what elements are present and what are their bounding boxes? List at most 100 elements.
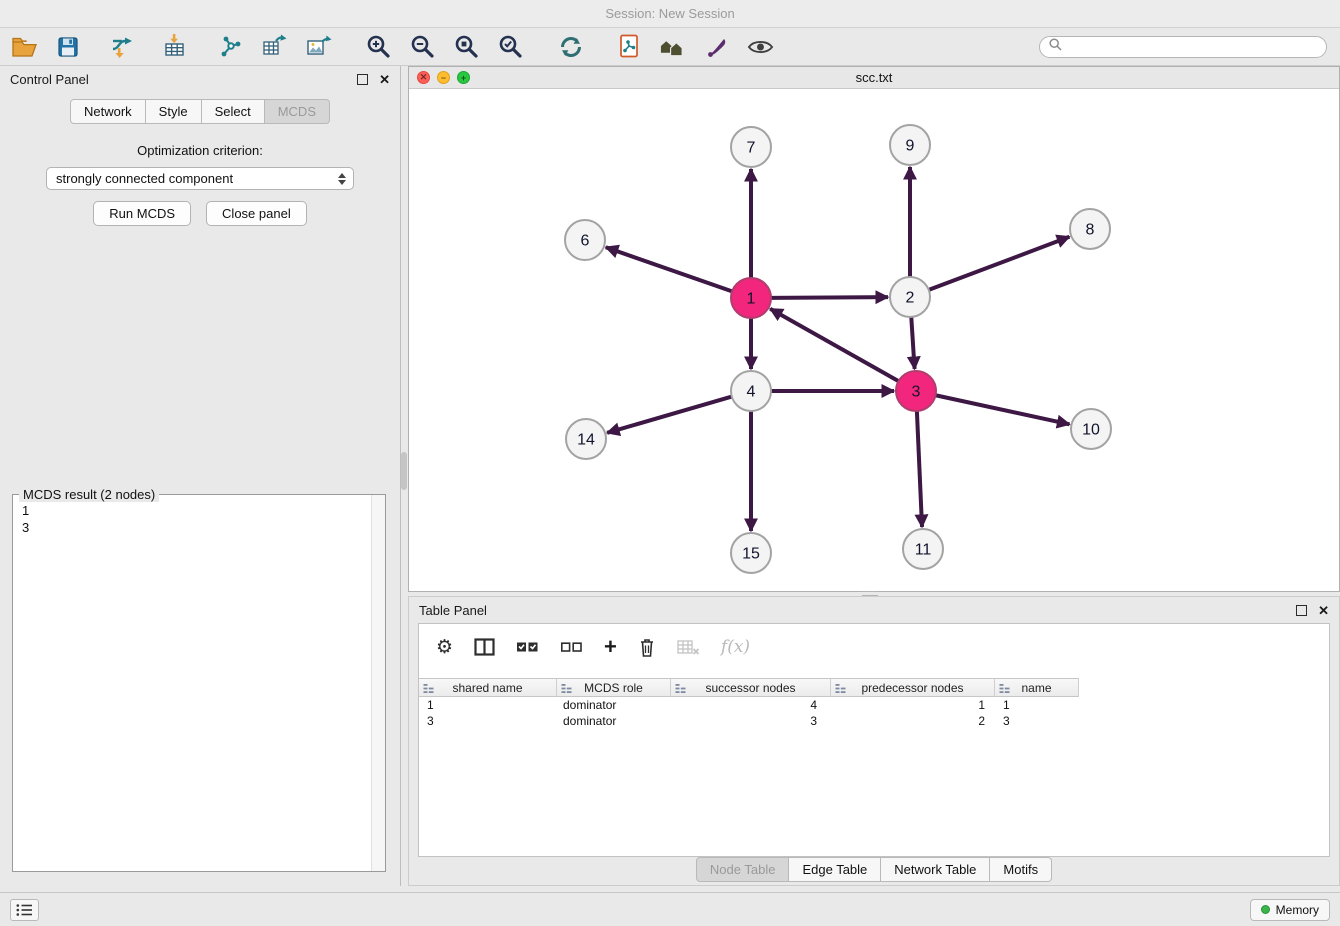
table-cell[interactable]: 4 [671, 698, 831, 712]
graph-node-label-15: 15 [742, 546, 760, 563]
function-builder-icon: f(x) [721, 637, 750, 657]
graph-edge-2-8[interactable] [929, 237, 1070, 290]
close-table-panel-icon[interactable]: ✕ [1318, 604, 1329, 617]
close-panel-icon[interactable]: ✕ [379, 73, 390, 86]
import-network-icon[interactable] [110, 33, 137, 60]
export-image-icon[interactable] [305, 33, 332, 60]
add-column-icon[interactable]: + [604, 636, 617, 658]
graph-edge-1-6[interactable] [606, 247, 732, 291]
memory-button[interactable]: Memory [1250, 899, 1330, 921]
export-table-icon[interactable] [261, 33, 288, 60]
graph-node-label-4: 4 [747, 384, 756, 401]
tab-style[interactable]: Style [146, 99, 202, 124]
select-all-icon[interactable] [516, 639, 539, 655]
graph-node-label-7: 7 [747, 140, 756, 157]
node-table-container: ⚙ + f(x) shared nameMCDS r [418, 623, 1330, 857]
zoom-fit-icon[interactable] [453, 33, 480, 60]
home-networks-icon[interactable] [659, 33, 686, 60]
list-icon [16, 904, 33, 916]
column-header-name[interactable]: name [995, 678, 1079, 697]
table-cell[interactable]: 1 [831, 698, 995, 712]
mcds-result-title: MCDS result (2 nodes) [19, 487, 159, 502]
table-cell[interactable]: dominator [557, 714, 671, 728]
search-box[interactable] [1039, 36, 1327, 58]
graph-node-label-8: 8 [1086, 222, 1095, 239]
search-input[interactable] [1068, 38, 1317, 55]
control-panel-tabs: NetworkStyleSelectMCDS [0, 99, 400, 124]
table-settings-gear-icon[interactable]: ⚙ [436, 638, 453, 657]
delete-column-icon[interactable] [638, 637, 656, 658]
maximize-window-icon[interactable]: + [457, 71, 470, 84]
column-header-shared-name[interactable]: shared name [419, 678, 557, 697]
search-icon [1049, 38, 1062, 56]
criterion-select[interactable]: strongly connected component [46, 167, 354, 190]
table-row[interactable]: 3dominator323 [419, 713, 1329, 729]
zoom-selected-icon[interactable] [497, 33, 524, 60]
tab-mcds[interactable]: MCDS [265, 99, 330, 124]
graph-edge-4-14[interactable] [607, 397, 732, 433]
import-table-icon[interactable] [161, 33, 188, 60]
table-cell[interactable]: 3 [995, 714, 1079, 728]
tab-network[interactable]: Network [70, 99, 146, 124]
network-view-window: ✕ − + scc.txt 1234678910111415 [408, 66, 1340, 592]
graph-node-label-11: 11 [915, 542, 932, 559]
graph-node-label-2: 2 [906, 290, 915, 307]
status-bar: Memory [0, 892, 1340, 926]
column-header-predecessor-nodes[interactable]: predecessor nodes [831, 678, 995, 697]
graph-edge-3-11[interactable] [917, 411, 922, 527]
table-cell[interactable]: dominator [557, 698, 671, 712]
task-history-button[interactable] [10, 899, 39, 921]
criterion-select-value: strongly connected component [56, 171, 233, 186]
table-tab-network-table[interactable]: Network Table [881, 857, 990, 882]
graph-edge-3-10[interactable] [936, 395, 1070, 424]
open-session-icon[interactable] [10, 33, 37, 60]
minimize-window-icon[interactable]: − [437, 71, 450, 84]
table-tab-edge-table[interactable]: Edge Table [789, 857, 881, 882]
style-brush-icon[interactable] [703, 33, 730, 60]
graph-edge-3-1[interactable] [770, 309, 898, 381]
show-columns-icon[interactable] [474, 638, 495, 656]
zoom-out-icon[interactable] [409, 33, 436, 60]
table-cell[interactable]: 2 [831, 714, 995, 728]
save-session-icon[interactable] [54, 33, 81, 60]
tab-select[interactable]: Select [202, 99, 265, 124]
network-window-title: scc.txt [856, 70, 893, 85]
float-table-panel-icon[interactable] [1296, 605, 1307, 616]
float-panel-icon[interactable] [357, 74, 368, 85]
graph-node-label-9: 9 [906, 138, 915, 155]
panel-scrollbar-handle[interactable] [401, 452, 407, 490]
run-mcds-button[interactable]: Run MCDS [93, 201, 191, 226]
close-window-icon[interactable]: ✕ [417, 71, 430, 84]
mcds-result-line: 3 [22, 519, 376, 536]
table-cell[interactable]: 1 [419, 698, 557, 712]
deselect-all-icon[interactable] [560, 639, 583, 655]
network-canvas[interactable]: 1234678910111415 [409, 88, 1339, 591]
graph-node-label-1: 1 [747, 291, 756, 308]
table-tab-node-table[interactable]: Node Table [696, 857, 790, 882]
table-tab-motifs[interactable]: Motifs [990, 857, 1052, 882]
network-window-titlebar[interactable]: ✕ − + scc.txt [409, 67, 1339, 89]
refresh-icon[interactable] [557, 33, 584, 60]
result-scrollbar[interactable] [371, 495, 385, 871]
column-header-successor-nodes[interactable]: successor nodes [671, 678, 831, 697]
graph-edge-1-2[interactable] [771, 297, 888, 298]
memory-status-icon [1261, 905, 1270, 914]
zoom-in-icon[interactable] [365, 33, 392, 60]
graph-node-label-14: 14 [577, 432, 595, 449]
eye-icon[interactable] [747, 33, 774, 60]
close-panel-button[interactable]: Close panel [206, 201, 307, 226]
table-cell[interactable]: 3 [671, 714, 831, 728]
optimization-criterion-label: Optimization criterion: [0, 143, 400, 158]
graph-edge-2-3[interactable] [911, 317, 914, 369]
window-title: Session: New Session [605, 6, 734, 21]
graph-node-label-3: 3 [912, 384, 921, 401]
table-cell[interactable]: 3 [419, 714, 557, 728]
network-graph[interactable]: 1234678910111415 [409, 88, 1339, 591]
table-cell[interactable]: 1 [995, 698, 1079, 712]
table-row[interactable]: 1dominator411 [419, 697, 1329, 713]
clone-view-icon[interactable] [615, 33, 642, 60]
graph-node-label-10: 10 [1082, 422, 1100, 439]
control-panel: Control Panel ✕ NetworkStyleSelectMCDS O… [0, 66, 401, 886]
column-header-mcds-role[interactable]: MCDS role [557, 678, 671, 697]
new-network-icon[interactable] [217, 33, 244, 60]
